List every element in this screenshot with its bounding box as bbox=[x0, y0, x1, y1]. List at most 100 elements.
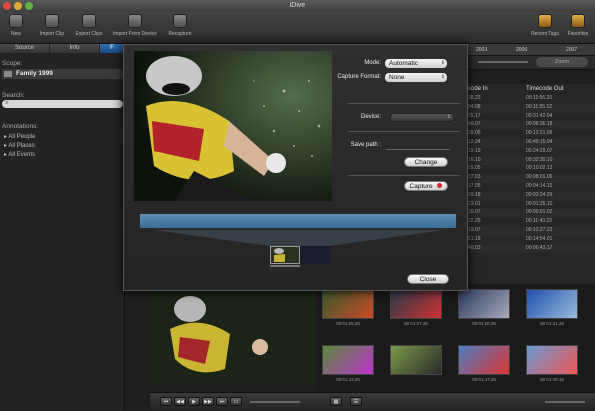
import-clip-button[interactable]: Import Clip bbox=[36, 14, 68, 37]
thumbnail-timecode: 00:01:20.26 bbox=[472, 321, 496, 326]
view-toggle-icon[interactable]: ▦ bbox=[330, 397, 342, 406]
mode-select[interactable]: Automatic ⇕ bbox=[385, 59, 447, 68]
table-row[interactable]: 51.18 00:14:54.01 bbox=[466, 235, 595, 245]
clip-thumbnail[interactable] bbox=[390, 289, 442, 319]
clip-thumbnail[interactable] bbox=[322, 345, 374, 375]
thumbnail-timecode: 00:01:47.28 bbox=[472, 377, 496, 382]
capture-button[interactable]: Capture bbox=[404, 181, 448, 191]
close-button[interactable]: Close bbox=[407, 274, 449, 284]
fullscreen-icon[interactable]: ▭ bbox=[230, 397, 242, 406]
import-device-icon bbox=[128, 14, 142, 28]
table-row[interactable]: 23.01 00:01:35.10 bbox=[466, 200, 595, 210]
import-from-device-button[interactable]: Import From Device bbox=[108, 14, 162, 37]
clip-thumbnail[interactable] bbox=[526, 345, 578, 375]
new-button[interactable]: New bbox=[4, 14, 28, 37]
change-button[interactable]: Change bbox=[404, 157, 448, 167]
device-select[interactable]: ⇕ bbox=[390, 113, 454, 122]
capture-format-select[interactable]: None ⇕ bbox=[385, 73, 447, 82]
device-label: Device: bbox=[360, 114, 381, 120]
zoom-window-button[interactable] bbox=[25, 2, 33, 10]
recapture-button[interactable]: Recapture bbox=[164, 14, 196, 37]
table-row[interactable]: 19.19 00:24:29.07 bbox=[466, 147, 595, 157]
table-cell: 12.24 bbox=[468, 138, 481, 145]
favorites-button[interactable]: Favorites bbox=[564, 14, 592, 37]
table-row[interactable]: 39.05 00:13:21.06 bbox=[466, 130, 595, 139]
table-row[interactable]: 38.23 00:11:56.20 bbox=[466, 95, 595, 104]
zoom-button[interactable]: Zoom bbox=[536, 57, 588, 67]
clip-thumbnail[interactable] bbox=[458, 345, 510, 375]
table-cell: 00:11:55.12 bbox=[526, 103, 553, 110]
thumbnail-timecode: 00:01:41.28 bbox=[540, 321, 564, 326]
annotation-all-places[interactable]: ▸ All Places bbox=[4, 142, 35, 149]
scope-selector[interactable]: Family 1999 bbox=[2, 69, 123, 79]
forward-icon[interactable]: ▶▶ bbox=[202, 397, 214, 406]
table-row[interactable]: 40.03 00:00:43.17 bbox=[466, 244, 595, 254]
table-cell: 00:13:21.06 bbox=[526, 130, 553, 137]
rewind-icon[interactable]: ◀◀ bbox=[174, 397, 186, 406]
table-row[interactable]: 22.25 00:11:43.22 bbox=[466, 218, 595, 227]
save-path-field[interactable] bbox=[386, 141, 450, 150]
table-cell: 38.23 bbox=[468, 95, 481, 101]
clip-thumbnail[interactable] bbox=[526, 289, 578, 319]
capture-preview bbox=[134, 51, 332, 201]
title-bar: iDive bbox=[0, 0, 595, 12]
position-slider[interactable] bbox=[250, 401, 300, 403]
table-row[interactable]: 55.17 00:31:42.04 bbox=[466, 112, 595, 122]
recent-tags-button[interactable]: Recent Tags bbox=[530, 14, 560, 37]
clip-thumbnail[interactable] bbox=[458, 289, 510, 319]
tab-source[interactable]: Source bbox=[0, 44, 50, 53]
column-header-timecode-out[interactable]: Timecode Out bbox=[526, 84, 594, 94]
table-row[interactable]: 37.03 00:08:01.06 bbox=[466, 174, 595, 183]
table-cell: 00:00:01.02 bbox=[526, 209, 553, 216]
table-row[interactable]: 12.24 00:49:15.04 bbox=[466, 138, 595, 148]
cyclist-preview-image bbox=[150, 289, 315, 385]
table-cell: 00:14:54.01 bbox=[526, 235, 553, 242]
toolbar: New Import Clip Export Clips Import From… bbox=[0, 12, 595, 44]
table-row[interactable]: 59.18 00:03:24.29 bbox=[466, 191, 595, 201]
table-row[interactable]: 35.07 00:00:01.02 bbox=[466, 209, 595, 219]
list-view-icon[interactable]: ☰ bbox=[350, 397, 362, 406]
timeline-strip[interactable]: 2003 2006 2007 Zoom bbox=[466, 44, 595, 70]
table-cell: 59.18 bbox=[468, 191, 481, 198]
thumbnail-size-slider[interactable] bbox=[545, 401, 585, 403]
divider bbox=[348, 175, 460, 176]
table-row[interactable]: 09.05 00:10:02.13 bbox=[466, 165, 595, 175]
table-cell: 00:08:01.06 bbox=[526, 174, 553, 181]
export-clips-button[interactable]: Export Clips bbox=[72, 14, 106, 37]
go-start-icon[interactable]: ⏮ bbox=[160, 397, 172, 406]
table-row[interactable]: 37.05 00:04:14.15 bbox=[466, 182, 595, 192]
tab-favorites[interactable]: F bbox=[100, 44, 125, 53]
new-icon bbox=[9, 14, 23, 28]
play-icon[interactable]: ▶ bbox=[188, 397, 200, 406]
zoom-slider[interactable] bbox=[478, 61, 528, 63]
table-row[interactable]: 16.10 00:32:30.10 bbox=[466, 156, 595, 166]
thumbnail-grid: 00:01:05.09 00:01:07.20 00:01:20.26 00:01:4… bbox=[317, 284, 595, 394]
minimize-window-button[interactable] bbox=[14, 2, 22, 10]
table-cell: 40.03 bbox=[468, 244, 481, 251]
table-row[interactable]: 04.08 00:11:55.12 bbox=[466, 103, 595, 113]
scope-label: Scope: bbox=[2, 60, 23, 67]
table-row[interactable]: 19.07 00:13:27.23 bbox=[466, 226, 595, 236]
table-cell: 00:49:15.04 bbox=[526, 138, 553, 145]
table-cell: 00:11:43.22 bbox=[526, 218, 553, 225]
annotation-all-events[interactable]: ▸ All Events bbox=[4, 151, 35, 158]
captured-frame-thumbnail[interactable] bbox=[270, 246, 300, 264]
cyclist-capture-image bbox=[134, 51, 332, 201]
frame-scrubber[interactable] bbox=[270, 265, 300, 267]
annotation-all-people[interactable]: ▸ All People bbox=[4, 133, 35, 140]
table-cell: 00:24:29.07 bbox=[526, 147, 553, 154]
clip-thumbnail[interactable] bbox=[390, 345, 442, 375]
select-arrows-icon: ⇕ bbox=[440, 74, 445, 80]
select-arrows-icon: ⇕ bbox=[446, 114, 451, 120]
table-cell: 00:10:02.13 bbox=[526, 165, 553, 172]
annotations-label: Annotations: bbox=[2, 123, 39, 130]
go-end-icon[interactable]: ⏭ bbox=[216, 397, 228, 406]
close-window-button[interactable] bbox=[3, 2, 11, 10]
search-input[interactable]: ⌕ bbox=[2, 100, 123, 108]
thumbnail-timecode: 00:01:49.15 bbox=[540, 377, 564, 382]
clip-thumbnail[interactable] bbox=[322, 289, 374, 319]
table-row[interactable]: 49.07 00:06:36.18 bbox=[466, 121, 595, 131]
tab-info[interactable]: Info bbox=[50, 44, 100, 53]
captured-frame-thumbnail[interactable] bbox=[300, 246, 330, 264]
column-header-code-in[interactable]: code In bbox=[468, 84, 523, 94]
